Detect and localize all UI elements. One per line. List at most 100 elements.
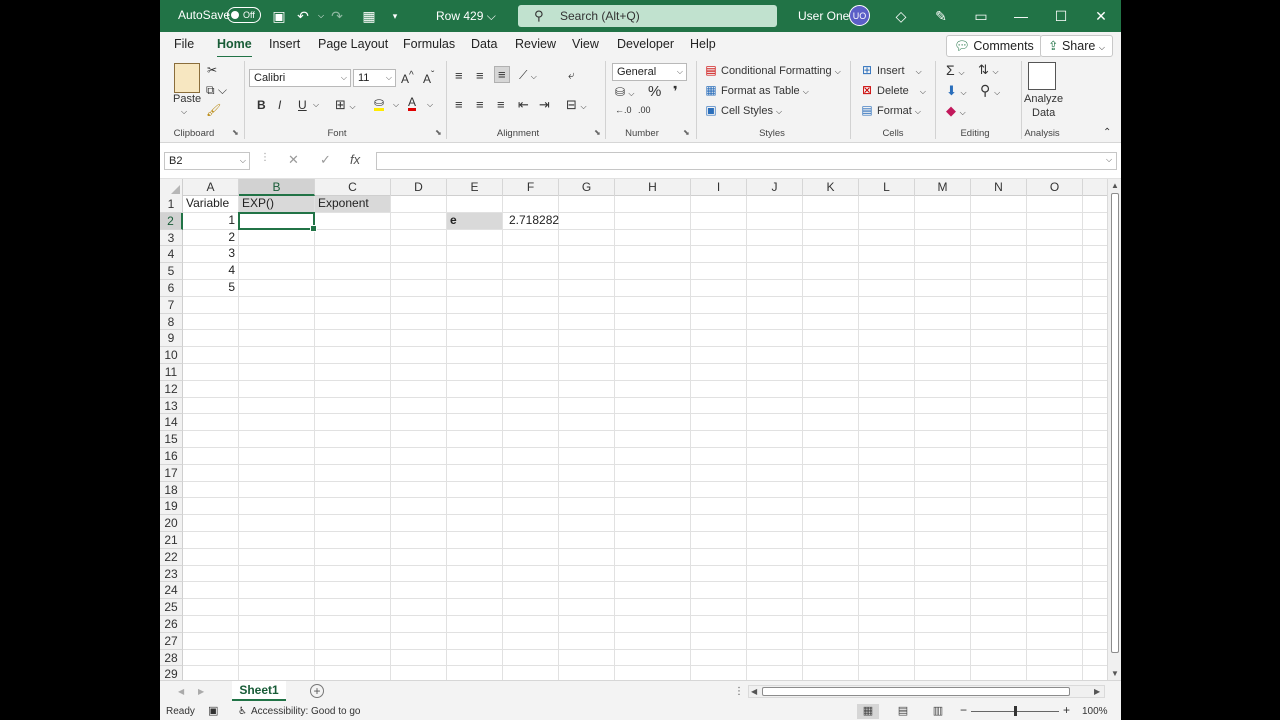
tab-data[interactable]: Data [471, 37, 497, 51]
row-header-26[interactable]: 26 [160, 616, 183, 633]
column-header-l[interactable]: L [859, 179, 915, 196]
borders-icon[interactable]: ⊞ ⌵ [335, 97, 356, 113]
macro-icon[interactable]: ▣ [208, 704, 218, 717]
row-header-1[interactable]: 1 [160, 196, 183, 213]
row-header-20[interactable]: 20 [160, 515, 183, 532]
alignment-launcher-icon[interactable]: ⬊ [594, 128, 601, 137]
more-icon[interactable]: ⋮ [260, 152, 270, 163]
row-header-11[interactable]: 11 [160, 364, 183, 381]
search-box[interactable]: ⚲ Search (Alt+Q) [518, 5, 777, 27]
ribbon-display-icon[interactable]: ▭ [972, 7, 990, 25]
fill-color-icon[interactable]: ⛀ [374, 96, 385, 111]
accessibility-status[interactable]: Accessibility: Good to go [251, 706, 361, 717]
calculator-icon[interactable]: ▦ [360, 7, 378, 25]
save-icon[interactable]: ▣ [270, 7, 288, 25]
row-header-25[interactable]: 25 [160, 599, 183, 616]
enter-icon[interactable]: ✓ [320, 152, 331, 168]
row-header-17[interactable]: 17 [160, 464, 183, 482]
page-break-view-icon[interactable]: ▥ [927, 704, 949, 719]
row-header-15[interactable]: 15 [160, 431, 183, 448]
autosave-toggle[interactable]: Off [227, 7, 261, 23]
customize-toolbar-icon[interactable]: ▾ [386, 7, 404, 25]
paste-dropdown-icon[interactable]: ⌵ [181, 107, 187, 117]
increase-font-icon[interactable]: A^ [401, 70, 414, 86]
cell-e2[interactable]: e [447, 212, 502, 229]
cell-a2[interactable]: 1 [183, 213, 238, 229]
column-header-g[interactable]: G [559, 179, 615, 196]
increase-decimal-icon[interactable]: ←.0 [615, 105, 632, 115]
next-sheet-icon[interactable]: ▶ [198, 687, 204, 696]
align-left-icon[interactable]: ≡ [455, 97, 463, 112]
row-header-2[interactable]: 2 [160, 212, 183, 230]
wrap-text-icon[interactable]: ⤶ [568, 68, 575, 83]
page-layout-view-icon[interactable]: ▤ [892, 704, 914, 719]
row-header-28[interactable]: 28 [160, 649, 183, 667]
font-name-dropdown[interactable]: Calibri ⌵ [249, 69, 351, 87]
merge-center-icon[interactable]: ⊟ ⌵ [566, 97, 587, 113]
tab-page-layout[interactable]: Page Layout [318, 37, 388, 51]
row-header-3[interactable]: 3 [160, 229, 183, 247]
tab-view[interactable]: View [572, 37, 599, 51]
cell-a1[interactable]: Variable [183, 196, 238, 212]
redo-icon[interactable]: ↷ [328, 7, 346, 25]
align-bottom-icon[interactable]: ≡ [494, 66, 510, 83]
minimize-icon[interactable]: — [1012, 7, 1030, 25]
font-size-dropdown[interactable]: 11 ⌵ [353, 69, 396, 87]
row-header-18[interactable]: 18 [160, 481, 183, 499]
insert-function-icon[interactable]: fx [350, 152, 360, 167]
zoom-level[interactable]: 100% [1082, 706, 1108, 717]
vertical-scroll-thumb[interactable] [1111, 193, 1119, 653]
cut-icon[interactable]: ✂ [207, 63, 217, 77]
column-header-c[interactable]: C [315, 179, 391, 196]
row-header-8[interactable]: 8 [160, 313, 183, 331]
undo-icon[interactable]: ↶ [294, 7, 312, 25]
paste-icon[interactable] [174, 63, 200, 93]
avatar[interactable]: UO [849, 5, 870, 26]
prev-sheet-icon[interactable]: ◀ [178, 687, 184, 696]
underline-button[interactable]: U [298, 98, 307, 112]
row-header-10[interactable]: 10 [160, 347, 183, 364]
analyze-data-label-1[interactable]: Analyze [1024, 93, 1063, 105]
align-center-icon[interactable]: ≡ [476, 97, 484, 112]
tab-splitter-icon[interactable]: ⋮ [734, 686, 744, 697]
zoom-slider[interactable] [971, 706, 1059, 716]
align-middle-icon[interactable]: ≡ [476, 68, 484, 83]
cell-a3[interactable]: 2 [183, 230, 238, 246]
row-header-16[interactable]: 16 [160, 448, 183, 465]
column-header-m[interactable]: M [915, 179, 971, 196]
column-header-j[interactable]: J [747, 179, 803, 196]
horizontal-scroll-thumb[interactable] [762, 687, 1070, 696]
row-header-27[interactable]: 27 [160, 632, 183, 650]
italic-button[interactable]: I [278, 98, 281, 112]
row-header-14[interactable]: 14 [160, 414, 183, 432]
font-launcher-icon[interactable]: ⬊ [435, 128, 442, 137]
zoom-slider-knob[interactable] [1014, 706, 1017, 716]
paste-label[interactable]: Paste [173, 93, 201, 105]
share-button[interactable]: ⇪ Share ⌵ [1040, 35, 1113, 57]
spreadsheet-grid[interactable]: ABCDEFGHIJKLMNO 1 2 3 4 5 6 7 8 9 10 11 12 13 14 15 16 1… [160, 179, 1107, 680]
row-header-6[interactable]: 6 [160, 280, 183, 297]
expand-formula-icon[interactable]: ⌵ [1106, 155, 1112, 165]
column-header-d[interactable]: D [391, 179, 447, 196]
close-icon[interactable]: ✕ [1092, 7, 1110, 25]
delete-cells-button[interactable]: ⊠ Delete ⌵ [860, 83, 926, 97]
decrease-font-icon[interactable]: Aˇ [423, 70, 434, 86]
tab-insert[interactable]: Insert [269, 37, 300, 51]
row-header-7[interactable]: 7 [160, 296, 183, 314]
column-header-a[interactable]: A [183, 179, 239, 196]
fill-color-dropdown-icon[interactable]: ⌵ [393, 100, 399, 110]
name-box[interactable]: B2 ⌵ [164, 152, 250, 170]
decrease-decimal-icon[interactable]: .00 [638, 105, 651, 115]
align-right-icon[interactable]: ≡ [497, 97, 505, 112]
diamond-icon[interactable]: ◇ [892, 7, 910, 25]
autosum-icon[interactable]: Σ ⌵ [946, 62, 965, 78]
row-header-5[interactable]: 5 [160, 263, 183, 280]
active-cell-selection[interactable] [238, 211, 317, 232]
row-header-13[interactable]: 13 [160, 397, 183, 415]
cell-b1[interactable]: EXP() [239, 196, 314, 212]
comments-button[interactable]: 💬︎ Comments [946, 35, 1042, 57]
normal-view-icon[interactable]: ▦ [857, 704, 879, 719]
column-header-n[interactable]: N [971, 179, 1027, 196]
row-header-19[interactable]: 19 [160, 498, 183, 516]
row-header-24[interactable]: 24 [160, 582, 183, 600]
